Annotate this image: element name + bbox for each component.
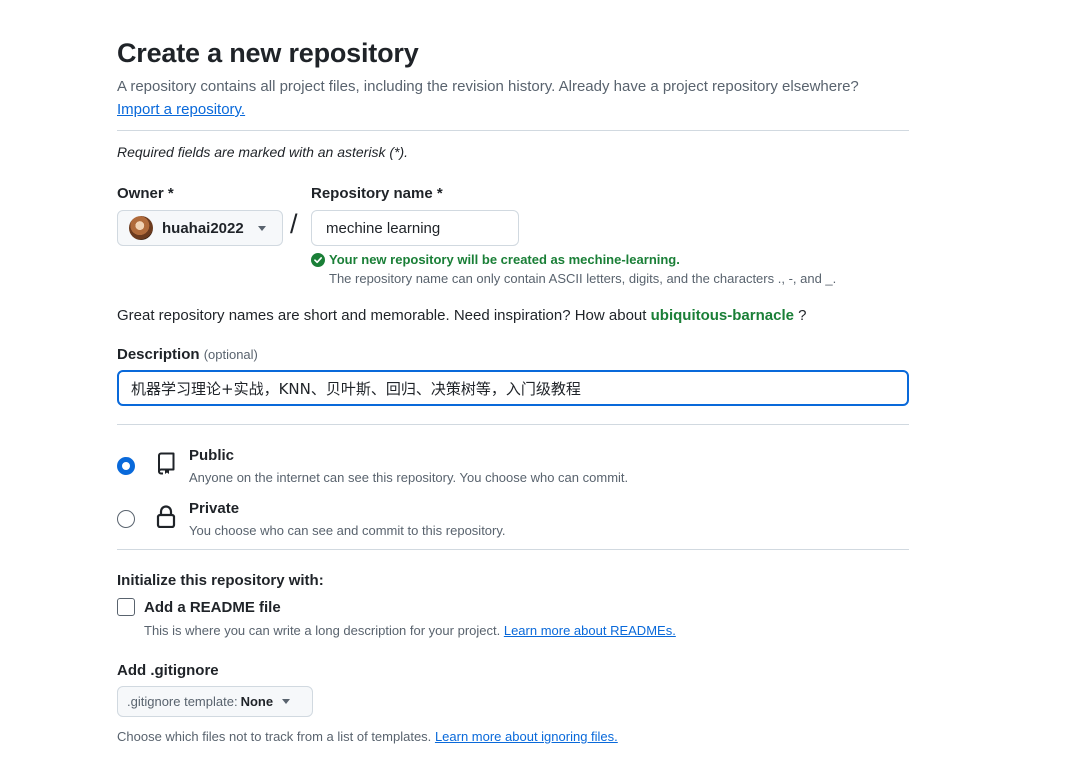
name-suggestion-link[interactable]: ubiquitous-barnacle xyxy=(651,307,794,324)
page-subtitle: A repository contains all project files,… xyxy=(117,78,859,95)
gitignore-template-prefix: .gitignore template: xyxy=(127,694,238,709)
gitignore-description-text: Choose which files not to track from a l… xyxy=(117,729,432,744)
optional-hint: (optional) xyxy=(203,347,258,362)
chevron-down-icon xyxy=(282,699,291,704)
gitignore-description: Choose which files not to track from a l… xyxy=(117,729,618,744)
readme-description: This is where you can write a long descr… xyxy=(144,623,676,638)
visibility-private-title: Private xyxy=(189,500,240,517)
page-title: Create a new repository xyxy=(117,38,419,68)
visibility-private-description: You choose who can see and commit to thi… xyxy=(189,523,506,538)
repo-icon xyxy=(158,452,175,475)
owner-label: Owner * xyxy=(117,185,174,202)
repository-name-rule: The repository name can only contain ASC… xyxy=(329,271,837,286)
visibility-public-radio[interactable] xyxy=(117,457,135,475)
required-fields-note: Required fields are marked with an aster… xyxy=(117,144,409,160)
divider xyxy=(117,549,909,550)
lock-icon xyxy=(156,505,176,528)
check-circle-icon xyxy=(311,252,325,267)
create-repository-page: Create a new repository A repository con… xyxy=(0,0,1072,761)
chevron-down-icon xyxy=(257,225,266,231)
divider xyxy=(117,424,909,425)
import-repository-link[interactable]: Import a repository. xyxy=(117,101,245,118)
gitignore-template-dropdown[interactable]: .gitignore template: None xyxy=(117,686,313,717)
visibility-public-title: Public xyxy=(189,447,235,464)
description-label-text: Description xyxy=(117,346,200,363)
avatar xyxy=(129,216,153,240)
repository-name-label: Repository name * xyxy=(311,185,443,202)
learn-more-readmes-link[interactable]: Learn more about READMEs. xyxy=(504,623,676,638)
inspiration-text: Great repository names are short and mem… xyxy=(117,307,647,324)
owner-name: huahai2022 xyxy=(162,219,244,237)
readme-description-text: This is where you can write a long descr… xyxy=(144,623,501,638)
add-readme-checkbox[interactable] xyxy=(117,598,135,616)
inspiration-end: ? xyxy=(798,307,807,324)
divider xyxy=(117,130,909,131)
name-inspiration: Great repository names are short and mem… xyxy=(117,307,806,324)
visibility-public-description: Anyone on the internet can see this repo… xyxy=(189,470,629,485)
repository-name-input[interactable] xyxy=(311,210,519,246)
owner-repo-separator: / xyxy=(290,209,298,239)
add-readme-label[interactable]: Add a README file xyxy=(144,599,281,616)
gitignore-template-value: None xyxy=(240,694,274,709)
repository-name-validation: Your new repository will be created as m… xyxy=(311,252,680,267)
description-input[interactable] xyxy=(117,370,909,406)
description-label: Description (optional) xyxy=(117,346,258,363)
owner-dropdown[interactable]: huahai2022 xyxy=(117,210,283,246)
visibility-private-radio[interactable] xyxy=(117,510,135,528)
learn-more-ignoring-files-link[interactable]: Learn more about ignoring files. xyxy=(435,729,618,744)
gitignore-title: Add .gitignore xyxy=(117,662,219,679)
validation-message: Your new repository will be created as m… xyxy=(329,252,680,267)
initialize-title: Initialize this repository with: xyxy=(117,572,324,589)
